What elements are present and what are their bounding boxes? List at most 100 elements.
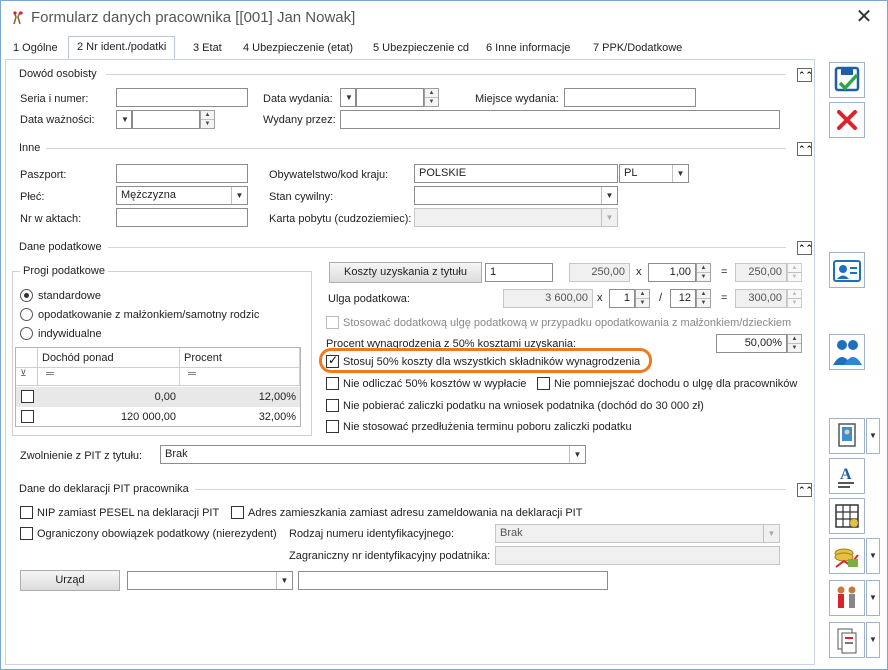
chevron-down-icon[interactable]: ▼ [866, 580, 880, 616]
nie-pomniejszac-checkbox[interactable] [537, 377, 550, 390]
people-button[interactable] [829, 334, 865, 370]
ulga-num-input[interactable]: 1 [609, 289, 635, 308]
grid-header-procent[interactable]: Procent [180, 348, 300, 368]
koszty-count-input[interactable]: 1 [485, 263, 553, 282]
save-button[interactable] [829, 62, 865, 98]
koszty-uzyskania-button[interactable]: Koszty uzyskania z tytułu [329, 262, 482, 283]
radio-malzonek-label: opodatkowanie z małżonkiem/samotny rodzi… [38, 309, 260, 321]
procent-input[interactable]: 50,00% [716, 334, 787, 353]
koszty-amount: 250,00 [569, 263, 630, 282]
grid-filter-dochod[interactable]: ═ [38, 368, 180, 386]
ulga-result: 300,00 [735, 289, 787, 308]
data-waznosci-spinner[interactable]: ▲ ▼ [200, 110, 215, 129]
radio-indywidualne[interactable] [20, 327, 33, 340]
stan-cywilny-select[interactable]: ▼ [414, 186, 618, 205]
urzad-name-input[interactable] [298, 571, 608, 590]
stosuj-50-label: Stosuj 50% koszty dla wszystkich składni… [343, 356, 641, 368]
paszport-input[interactable] [116, 164, 248, 183]
row-checkbox[interactable] [21, 410, 34, 423]
seria-input[interactable] [116, 88, 248, 107]
grid-header-corner [16, 348, 38, 368]
chart-button[interactable] [829, 538, 865, 574]
collapse-button[interactable]: ⌃⌃ [797, 241, 813, 255]
procent-spinner[interactable]: ▲ ▼ [787, 334, 802, 353]
chart-coins-icon [834, 548, 859, 568]
data-wydania-input[interactable] [356, 88, 424, 107]
documents-button[interactable] [829, 622, 865, 658]
ulga-den-spinner[interactable]: ▲ ▼ [696, 289, 711, 308]
miejsce-wydania-input[interactable] [564, 88, 696, 107]
people-icon [833, 340, 862, 365]
kod-kraju-select[interactable]: PL ▼ [619, 164, 689, 183]
spellcheck-button[interactable]: A [829, 458, 865, 494]
table-row[interactable]: 120 000,00 32,00% [16, 407, 300, 427]
row-checkbox[interactable] [21, 390, 34, 403]
close-button[interactable]: ✕ [849, 5, 879, 31]
row-procent: 12,00% [258, 391, 296, 403]
tab-inne-informacje[interactable]: 6 Inne informacje [478, 38, 578, 60]
family-button[interactable] [829, 580, 865, 616]
ulga-label: Ulga podatkowa: [328, 293, 410, 305]
cancel-button[interactable] [829, 102, 865, 138]
ulga-num-spinner[interactable]: ▲ ▼ [635, 289, 650, 308]
koszty-mult-input[interactable]: 1,00 [648, 263, 696, 282]
dodatkowa-ulga-checkbox[interactable] [326, 316, 339, 329]
chevron-down-icon[interactable]: ▼ [866, 622, 880, 658]
data-waznosci-dropdown[interactable]: ▼ [116, 110, 132, 129]
chevron-down-icon[interactable]: ▼ [866, 418, 880, 454]
ulga-amount: 3 600,00 [503, 289, 593, 308]
nie-stosowac-checkbox[interactable] [326, 420, 339, 433]
nie-odliczac-checkbox[interactable] [326, 377, 339, 390]
section-title-inne: Inne [19, 142, 47, 154]
dodatkowa-ulga-label: Stosować dodatkową ulgę podatkową w przy… [343, 317, 792, 329]
obywatelstwo-input[interactable]: POLSKIE [414, 164, 618, 183]
ulga-den-input[interactable]: 12 [670, 289, 696, 308]
data-waznosci-input[interactable] [132, 110, 200, 129]
tab-ubezpieczenie-etat[interactable]: 4 Ubezpieczenie (etat) [235, 38, 361, 60]
chevron-down-icon: ▼ [569, 446, 585, 463]
collapse-button[interactable]: ⌃⌃ [797, 68, 813, 82]
urzad-select[interactable]: ▼ [127, 571, 293, 590]
nip-zamiast-checkbox[interactable] [20, 506, 33, 519]
chevron-down-icon[interactable]: ▼ [866, 538, 880, 574]
koszty-mult-spinner[interactable]: ▲ ▼ [696, 263, 711, 282]
urzad-button[interactable]: Urząd [20, 570, 120, 591]
table-button[interactable] [829, 498, 865, 534]
radio-malzonek[interactable] [20, 308, 33, 321]
nie-pomniejszac-label: Nie pomniejszać dochodu o ulgę dla praco… [554, 378, 798, 390]
ograniczony-checkbox[interactable] [20, 527, 33, 540]
grid-header-dochod[interactable]: Dochód ponad [38, 348, 180, 368]
tab-ubezpieczenie-cd[interactable]: 5 Ubezpieczenie cd [365, 38, 477, 60]
tab-nr-ident-podatki[interactable]: 2 Nr ident./podatki [68, 36, 176, 60]
ulga-result-spinner: ▲ ▼ [787, 289, 802, 308]
stosuj-50-checkbox[interactable] [326, 353, 339, 368]
tab-ogolne[interactable]: 1 Ogólne [5, 38, 66, 60]
plec-select[interactable]: Mężczyzna ▼ [116, 186, 248, 205]
section-title-podatki: Dane podatkowe [19, 241, 108, 253]
collapse-button[interactable]: ⌃⌃ [797, 483, 813, 497]
tab-etat[interactable]: 3 Etat [185, 38, 230, 60]
adres-zamiast-checkbox[interactable] [231, 506, 244, 519]
nie-pobierac-checkbox[interactable] [326, 399, 339, 412]
data-wydania-dropdown[interactable]: ▼ [340, 88, 356, 107]
filter-icon[interactable]: ⊻ [16, 368, 38, 386]
chevron-down-icon: ▼ [672, 165, 688, 182]
photo-button[interactable] [829, 418, 865, 454]
data-wydania-spinner[interactable]: ▲ ▼ [424, 88, 439, 107]
paszport-label: Paszport: [20, 169, 67, 181]
chevron-down-icon: ▼ [601, 209, 617, 226]
radio-standardowe[interactable] [20, 289, 33, 302]
table-row[interactable]: 0,00 12,00% [16, 387, 300, 407]
collapse-button[interactable]: ⌃⌃ [797, 142, 813, 156]
wydany-przez-input[interactable] [340, 110, 780, 129]
kod-kraju-value: PL [624, 167, 638, 179]
nr-akt-input[interactable] [116, 208, 248, 227]
zwolnienie-select[interactable]: Brak ▼ [160, 445, 586, 464]
tab-ppk-dodatkowe[interactable]: 7 PPK/Dodatkowe [585, 38, 690, 60]
employee-card-button[interactable] [829, 252, 865, 288]
grid-filter-procent[interactable]: ═ [180, 368, 300, 386]
miejsce-wydania-label: Miejsce wydania: [475, 93, 559, 105]
zwolnienie-value: Brak [165, 448, 188, 460]
zagraniczny-input [495, 546, 780, 565]
nie-stosowac-label: Nie stosować przedłużenia terminu poboru… [343, 421, 632, 433]
